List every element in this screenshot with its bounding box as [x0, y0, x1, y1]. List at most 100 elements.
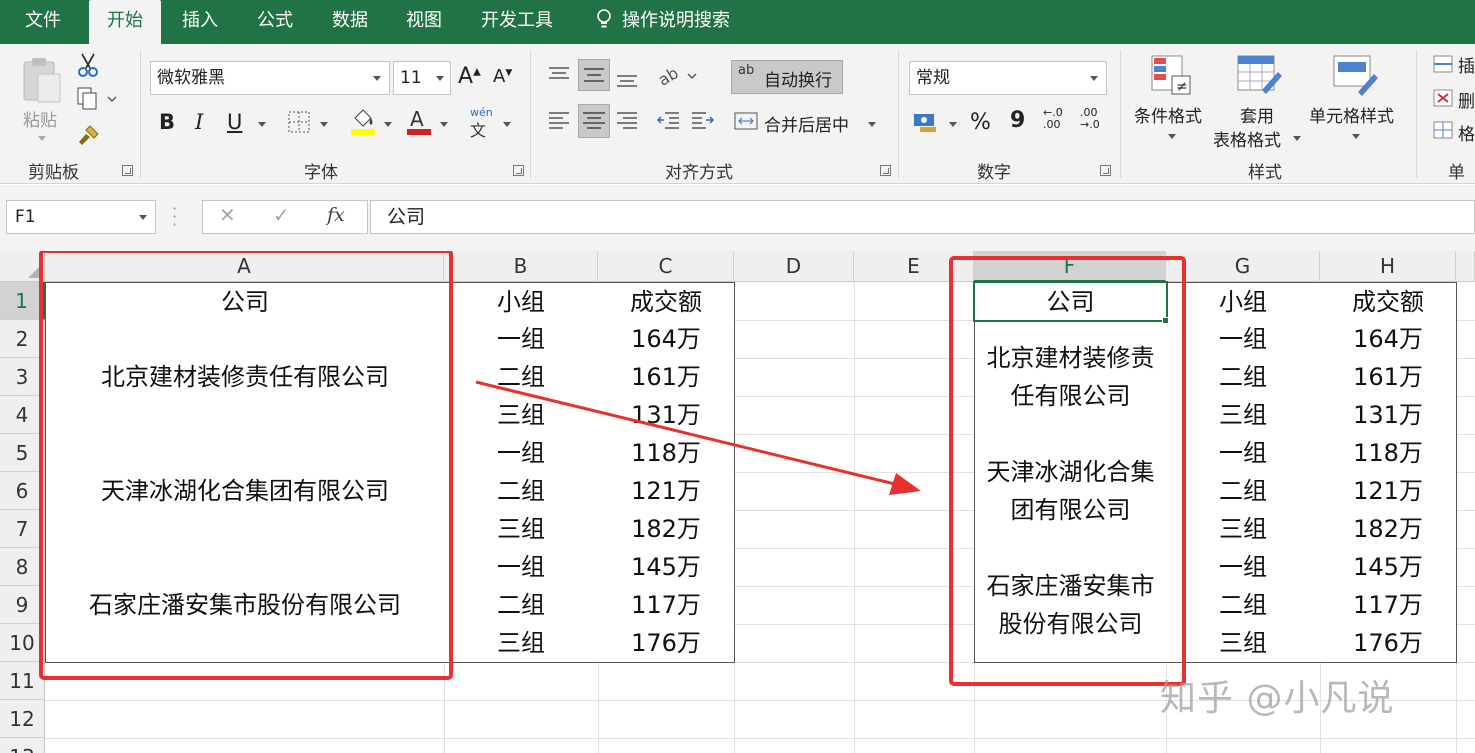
name-box[interactable]: F1	[6, 200, 156, 234]
clipboard-group-label: 剪贴板	[28, 163, 79, 183]
font-name-value: 微软雅黑	[157, 68, 225, 88]
conditional-dropdown-icon[interactable]	[1168, 134, 1176, 139]
cell-styles-icon[interactable]	[1332, 54, 1380, 98]
bold-button[interactable]: B	[159, 110, 175, 134]
paste-button[interactable]: 粘贴	[23, 106, 57, 131]
fill-color-icon[interactable]	[349, 106, 377, 136]
insert-function-icon[interactable]: fx	[327, 204, 345, 226]
delete-cells-icon[interactable]	[1432, 88, 1456, 108]
lightbulb-icon	[597, 9, 611, 28]
align-bottom-icon[interactable]	[614, 64, 640, 90]
format-as-table-icon[interactable]	[1236, 54, 1284, 98]
svg-text:A: A	[410, 107, 424, 131]
tab-developer[interactable]: 开发工具	[481, 0, 553, 44]
align-middle-icon[interactable]	[578, 59, 610, 91]
group-divider	[1416, 50, 1417, 178]
format-cells-icon[interactable]	[1432, 120, 1456, 140]
phonetic-dropdown-icon[interactable]	[503, 122, 511, 127]
ribbon: 粘贴 剪贴板 微软雅黑 11 A▲ A▼ B I U A wén 文 字体 ab …	[0, 44, 1475, 208]
number-group-label: 数字	[977, 163, 1011, 183]
number-format-dropdown[interactable]: 常规	[909, 61, 1107, 95]
format-painter-icon[interactable]	[76, 122, 102, 148]
merge-center-button[interactable]: 合并后居中	[764, 111, 849, 136]
group-divider	[530, 50, 531, 178]
merge-center-icon[interactable]	[734, 110, 758, 132]
align-right-icon[interactable]	[614, 108, 640, 134]
increase-decimal-button[interactable]: ←.0.00	[1043, 107, 1063, 131]
svg-text:ab: ab	[658, 64, 682, 88]
underline-button[interactable]: U	[227, 110, 242, 134]
number-launcher-icon[interactable]	[1100, 165, 1111, 176]
font-size-value: 11	[400, 68, 422, 88]
wrap-text-icon: ab	[738, 63, 755, 78]
align-left-icon[interactable]	[546, 108, 572, 134]
formula-input[interactable]: 公司	[370, 200, 1475, 234]
merge-dropdown-icon[interactable]	[868, 122, 876, 127]
delete-cells-button[interactable]: 删	[1458, 87, 1475, 112]
cell-styles-dropdown-icon[interactable]	[1352, 134, 1360, 139]
format-as-table-dropdown-icon[interactable]	[1293, 136, 1301, 141]
font-color-icon[interactable]: A	[405, 106, 433, 136]
align-center-icon[interactable]	[578, 104, 610, 138]
alignment-group-label: 对齐方式	[665, 163, 733, 183]
font-group-label: 字体	[304, 163, 338, 183]
currency-icon[interactable]	[912, 110, 940, 134]
orientation-icon[interactable]: ab	[655, 63, 698, 90]
conditional-formatting-icon[interactable]: ≠	[1150, 54, 1192, 98]
cell-styles-button[interactable]: 单元格样式	[1309, 102, 1394, 127]
insert-cells-button[interactable]: 插	[1458, 52, 1475, 77]
tab-home[interactable]: 开始	[89, 0, 161, 44]
wrap-text-label: 自动换行	[764, 71, 832, 91]
paste-icon[interactable]	[20, 54, 64, 106]
conditional-formatting-button[interactable]: 条件格式	[1134, 102, 1202, 127]
tab-formulas[interactable]: 公式	[257, 0, 293, 44]
svg-text:≠: ≠	[1176, 79, 1188, 95]
percent-button[interactable]: %	[970, 110, 991, 135]
group-divider	[898, 50, 899, 178]
font-launcher-icon[interactable]	[513, 165, 524, 176]
comma-style-button[interactable]: 9	[1010, 108, 1025, 133]
tab-file[interactable]: 文件	[0, 0, 86, 44]
shrink-font-button[interactable]: A▼	[493, 66, 512, 87]
font-name-dropdown[interactable]: 微软雅黑	[150, 61, 390, 95]
currency-dropdown-icon[interactable]	[949, 122, 957, 127]
grow-font-button[interactable]: A▲	[458, 64, 481, 89]
alignment-launcher-icon[interactable]	[880, 165, 891, 176]
group-divider	[1120, 50, 1121, 178]
fill-color-dropdown-icon[interactable]	[384, 122, 392, 127]
formula-bar-grip-icon[interactable]: · · ·	[172, 201, 177, 233]
cut-icon[interactable]	[76, 52, 100, 78]
tab-insert[interactable]: 插入	[182, 0, 218, 44]
tab-view[interactable]: 视图	[406, 0, 442, 44]
underline-dropdown-icon[interactable]	[258, 122, 266, 127]
formula-buttons: ✕ ✓ fx	[202, 200, 368, 234]
format-cells-button[interactable]: 格	[1458, 120, 1475, 145]
group-divider	[140, 50, 141, 178]
format-as-table-line1[interactable]: 套用	[1240, 102, 1274, 127]
decrease-decimal-button[interactable]: .00 →.0	[1080, 107, 1100, 131]
insert-cells-icon[interactable]	[1432, 54, 1456, 74]
borders-dropdown-icon[interactable]	[320, 122, 328, 127]
tell-me-label: 操作说明搜索	[622, 10, 730, 31]
wrap-text-button[interactable]: ab 自动换行	[731, 60, 843, 94]
decrease-indent-icon[interactable]	[655, 108, 681, 134]
increase-indent-icon[interactable]	[690, 108, 716, 134]
borders-icon[interactable]	[287, 110, 311, 134]
italic-button[interactable]: I	[195, 110, 203, 134]
phonetic-button[interactable]: wén 文	[470, 106, 493, 141]
styles-group-label: 样式	[1248, 163, 1282, 183]
formula-bar: F1 · · · ✕ ✓ fx 公司	[0, 185, 1475, 251]
align-top-icon[interactable]	[546, 64, 572, 86]
ribbon-tab-bar: 文件 开始 插入 公式 数据 视图 开发工具 操作说明搜索	[0, 0, 1475, 44]
copy-icon[interactable]	[76, 86, 117, 112]
cancel-icon[interactable]: ✕	[219, 203, 236, 227]
font-size-dropdown[interactable]: 11	[393, 61, 451, 95]
enter-icon[interactable]: ✓	[273, 203, 290, 227]
format-as-table-button[interactable]: 表格格式	[1213, 126, 1281, 151]
worksheet[interactable]: A B C D E F G H 1 2 3 4 5 6 7 8 9 10 11 …	[0, 251, 1475, 753]
paste-dropdown-icon[interactable]	[38, 136, 46, 141]
tell-me-search[interactable]: 操作说明搜索	[596, 0, 730, 44]
clipboard-launcher-icon[interactable]	[122, 165, 133, 176]
tab-data[interactable]: 数据	[332, 0, 368, 44]
font-color-dropdown-icon[interactable]	[440, 122, 448, 127]
